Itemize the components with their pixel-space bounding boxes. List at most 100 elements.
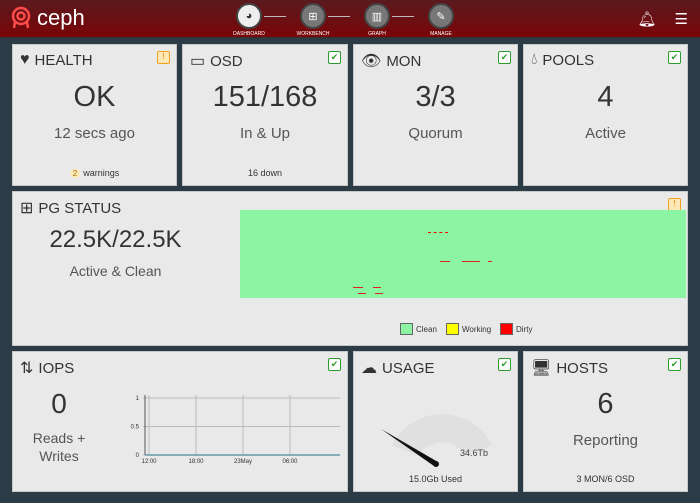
bell-icon[interactable]: 🔔︎	[638, 10, 657, 28]
legend-swatch	[400, 323, 413, 335]
pg-heatmap[interactable]	[240, 210, 686, 298]
brand-name: ceph	[37, 5, 85, 30]
pg-value: 22.5K/22.5K	[49, 226, 182, 253]
dirty-pg-mark	[440, 261, 450, 262]
check-icon: ✔	[668, 51, 681, 64]
health-warnings[interactable]: 2 warnings	[13, 168, 176, 178]
dirty-pg-mark	[373, 287, 381, 288]
legend-swatch	[500, 323, 513, 335]
pg-status-text: Active & Clean	[69, 263, 162, 279]
x-tick-label: 12:00	[141, 459, 157, 465]
x-tick-label: 06:00	[282, 459, 298, 465]
check-icon: ✔	[498, 51, 511, 64]
legend-swatch	[446, 323, 459, 335]
dirty-pg-mark	[358, 293, 366, 294]
pools-value: 4	[597, 81, 614, 113]
legend-label: Working	[462, 324, 492, 334]
hosts-value: 6	[597, 388, 614, 420]
pools-status: Active	[585, 125, 626, 142]
ceph-logo-icon	[11, 6, 31, 29]
hosts-detail: 3 MON/6 OSD	[576, 474, 635, 484]
iops-chart: 0 0.5 1 12:00 18:00 23May 06:00	[131, 395, 340, 465]
usage-card[interactable]: ☁ USAGE ✔ 34.6Tb 15.0Gb Used	[353, 351, 518, 492]
mon-value: 3/3	[415, 81, 456, 113]
y-tick-label: 1	[136, 396, 140, 402]
dirty-pg-mark	[375, 293, 383, 294]
y-tick-label: 0	[136, 453, 140, 459]
osd-value: 151/168	[212, 81, 318, 113]
health-value: OK	[73, 81, 116, 113]
card-title: MON	[386, 52, 422, 70]
ceph-logo[interactable]: ceph	[10, 5, 85, 31]
legend-dirty: Dirty	[500, 323, 532, 335]
iops-label: Reads +	[32, 430, 86, 446]
iops-label: Writes	[39, 448, 79, 464]
hard-drive-icon: ▭	[190, 53, 206, 70]
check-icon: ✔	[498, 358, 511, 371]
card-title: PG STATUS	[38, 199, 122, 217]
y-tick-label: 0.5	[131, 425, 140, 431]
card-title: HOSTS	[556, 359, 608, 377]
warning-count-badge: 2	[69, 169, 81, 178]
health-card[interactable]: ♥ HEALTH ! OK 12 secs ago 2 warnings	[12, 44, 177, 186]
desktop-icon: 🖥︎	[531, 360, 552, 377]
nav-label[interactable]: GRAPH	[352, 31, 402, 37]
cloud-icon: ☁	[361, 360, 377, 377]
card-title: IOPS	[38, 359, 75, 377]
legend-label: Dirty	[516, 324, 533, 334]
pools-card[interactable]: 💧︎ POOLS ✔ 4 Active	[523, 44, 688, 186]
usage-gauge	[381, 414, 492, 467]
eye-icon: 👁︎	[361, 53, 382, 70]
check-icon: ✔	[668, 358, 681, 371]
nav-graph-button[interactable]: ▥	[364, 3, 390, 29]
iops-value: 0	[51, 388, 67, 419]
x-tick-label: 23May	[234, 459, 252, 465]
sort-arrows-icon: ⇅	[20, 360, 34, 377]
legend-working: Working	[446, 323, 491, 335]
nav-dashboard-button[interactable]: ◕	[236, 3, 262, 29]
hosts-card[interactable]: 🖥︎ HOSTS ✔ 6 Reporting 3 MON/6 OSD	[523, 351, 688, 492]
hosts-status: Reporting	[572, 432, 639, 449]
nav-manage-button[interactable]: ✎	[428, 3, 454, 29]
dashboard-icon: ◕	[245, 10, 253, 22]
nav-connector	[392, 16, 414, 17]
bar-chart-icon: ▥	[371, 10, 383, 23]
card-title: POOLS	[542, 51, 595, 69]
check-icon: ✔	[328, 51, 341, 64]
dirty-pg-mark	[488, 261, 492, 262]
sitemap-icon: ⊞	[20, 200, 34, 217]
pg-status-card[interactable]: ⊞ PG STATUS ! 22.5K/22.5K Active & Clean …	[12, 191, 688, 346]
dirty-pg-mark	[428, 232, 448, 233]
sitemap-icon: ⊞	[308, 10, 318, 23]
menu-icon[interactable]: ☰	[675, 10, 688, 28]
mon-status: Quorum	[408, 125, 463, 142]
legend-label: Clean	[416, 324, 437, 334]
warnings-label: warnings	[83, 168, 120, 178]
card-title: USAGE	[382, 359, 435, 377]
nav-label[interactable]: MANAGE	[416, 31, 466, 37]
heart-icon: ♥	[20, 51, 30, 68]
iops-card[interactable]: ⇅ IOPS ✔ 0 Reads + Writes 0 0.5 1 12:00 18:00…	[12, 351, 348, 492]
mon-card[interactable]: 👁︎ MON ✔ 3/3 Quorum	[353, 44, 518, 186]
main-nav: ◕ ⊞ ▥ ✎ DASHBOARD WORKBENCH GRAPH MANAGE	[233, 3, 466, 37]
nav-label[interactable]: WORKBENCH	[288, 31, 338, 37]
nav-label[interactable]: DASHBOARD	[224, 31, 274, 37]
nav-workbench-button[interactable]: ⊞	[300, 3, 326, 29]
dirty-pg-mark	[462, 261, 480, 262]
usage-total: 34.6Tb	[460, 448, 489, 458]
osd-card[interactable]: ▭ OSD ✔ 151/168 In & Up 16 down	[182, 44, 348, 186]
usage-used: 15.0Gb Used	[408, 474, 463, 484]
osd-down: 16 down	[247, 168, 283, 178]
gauge-hub	[433, 461, 439, 467]
tint-icon: 💧︎	[531, 51, 538, 68]
card-title: HEALTH	[34, 51, 93, 69]
top-bar: ceph ◕ ⊞ ▥ ✎ DASHBOARD WORKBENCH GRAPH M…	[0, 0, 700, 38]
dirty-pg-mark	[353, 287, 363, 288]
osd-status: In & Up	[239, 125, 291, 142]
nav-connector	[328, 16, 350, 17]
check-icon: ✔	[328, 358, 341, 371]
wrench-icon: ✎	[436, 10, 446, 23]
x-tick-label: 18:00	[188, 459, 204, 465]
card-title: OSD	[210, 52, 243, 70]
health-time: 12 secs ago	[54, 125, 135, 142]
